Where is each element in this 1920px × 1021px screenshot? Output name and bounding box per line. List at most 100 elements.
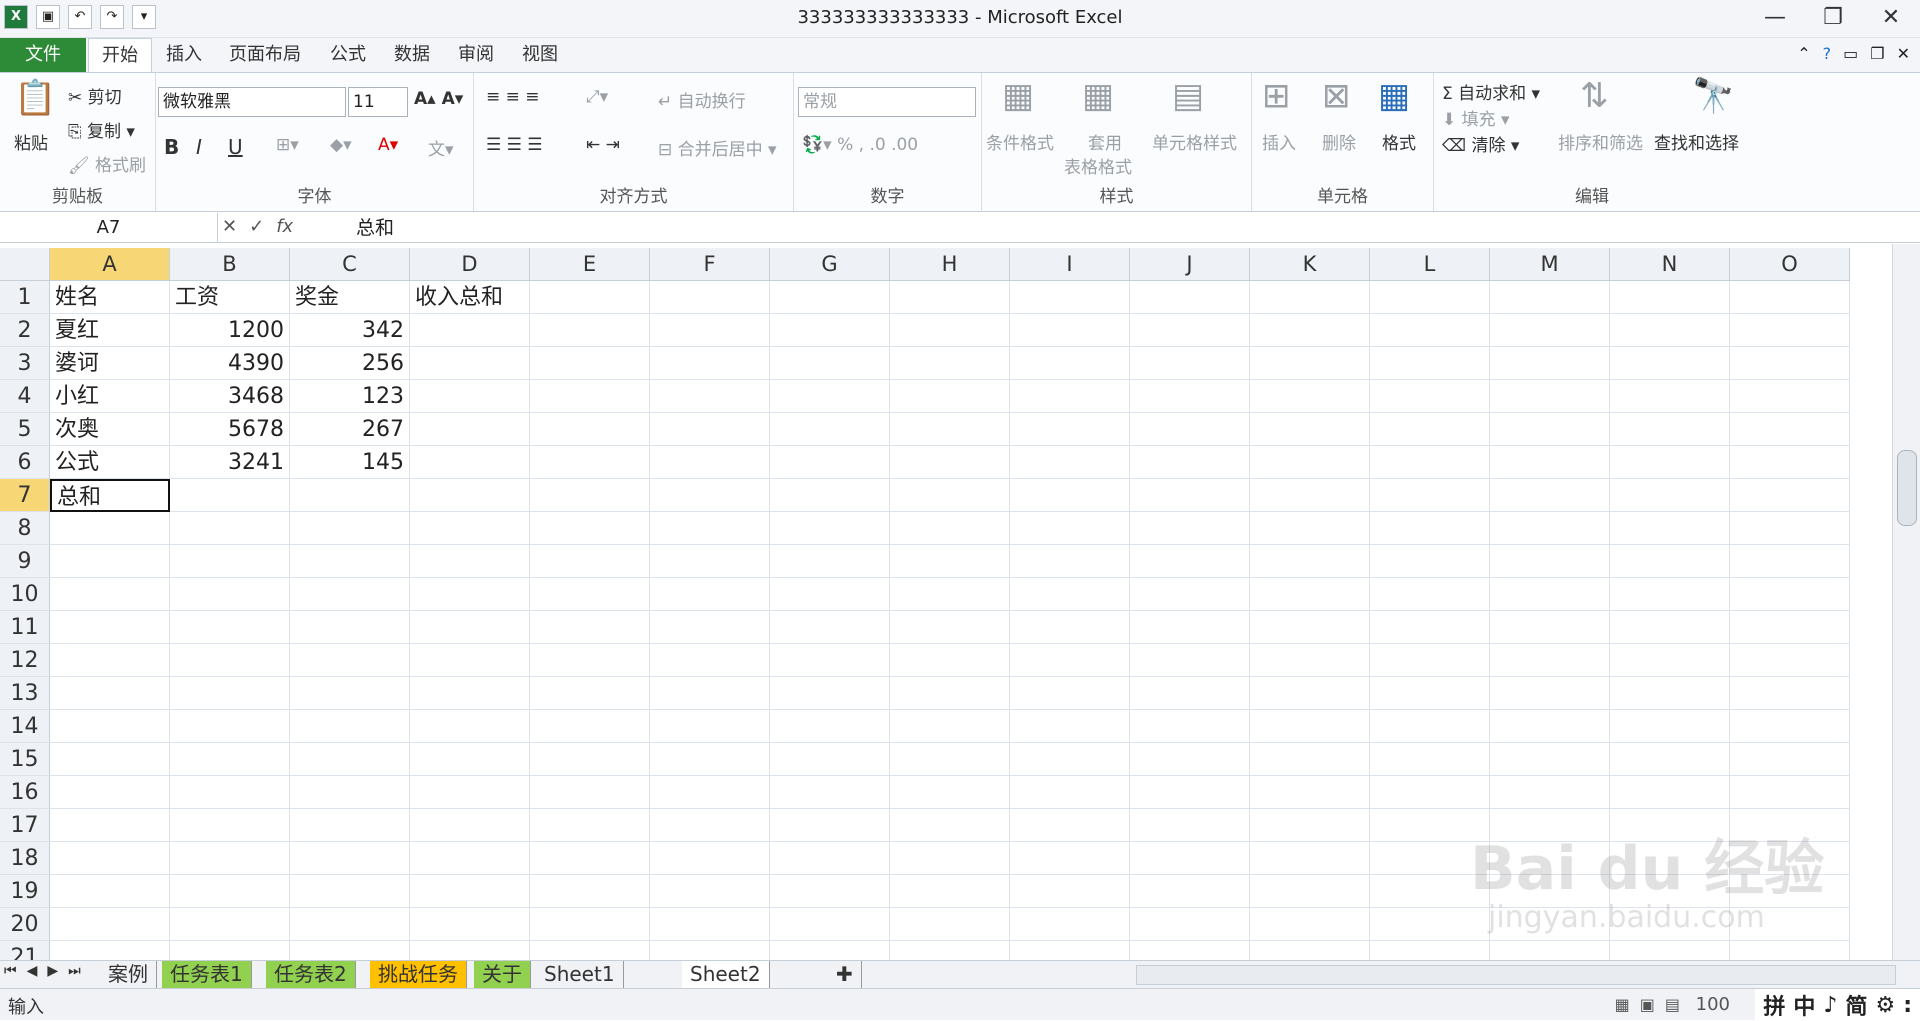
cell-i19[interactable] [1010,875,1130,908]
cell-a2[interactable]: 夏红 [50,314,170,347]
cell-k13[interactable] [1250,677,1370,710]
cell-c9[interactable] [290,545,410,578]
cell-h12[interactable] [890,644,1010,677]
cell-g10[interactable] [770,578,890,611]
format-cells-icon[interactable]: ▦ [1378,79,1410,113]
column-header-d[interactable]: D [410,248,530,281]
cell-h21[interactable] [890,941,1010,960]
cell-o3[interactable] [1730,347,1850,380]
cell-g7[interactable] [770,479,890,512]
column-header-c[interactable]: C [290,248,410,281]
cut-button[interactable]: ✂ 剪切 [68,83,122,108]
cell-b9[interactable] [170,545,290,578]
cell-i3[interactable] [1010,347,1130,380]
cell-g21[interactable] [770,941,890,960]
cell-o5[interactable] [1730,413,1850,446]
cell-c14[interactable] [290,710,410,743]
cell-o10[interactable] [1730,578,1850,611]
cell-a3[interactable]: 婆诃 [50,347,170,380]
cell-l14[interactable] [1370,710,1490,743]
column-header-e[interactable]: E [530,248,650,281]
cell-d13[interactable] [410,677,530,710]
cell-a21[interactable] [50,941,170,960]
cell-b21[interactable] [170,941,290,960]
conditional-format-icon[interactable]: ▦ [1002,79,1034,113]
cell-b8[interactable] [170,512,290,545]
tab-view[interactable]: 视图 [514,38,566,72]
cell-c15[interactable] [290,743,410,776]
cell-n21[interactable] [1610,941,1730,960]
cell-f18[interactable] [650,842,770,875]
ime-item-1[interactable]: 中 [1793,989,1815,1021]
cell-h4[interactable] [890,380,1010,413]
cell-e14[interactable] [530,710,650,743]
row-header-5[interactable]: 5 [0,413,50,446]
row-header-4[interactable]: 4 [0,380,50,413]
cell-b16[interactable] [170,776,290,809]
cell-i1[interactable] [1010,281,1130,314]
row-header-14[interactable]: 14 [0,710,50,743]
cell-h1[interactable] [890,281,1010,314]
cell-a13[interactable] [50,677,170,710]
cell-f19[interactable] [650,875,770,908]
row-header-20[interactable]: 20 [0,908,50,941]
cell-j2[interactable] [1130,314,1250,347]
cell-j1[interactable] [1130,281,1250,314]
cell-n13[interactable] [1610,677,1730,710]
cell-o15[interactable] [1730,743,1850,776]
row-header-19[interactable]: 19 [0,875,50,908]
cell-m12[interactable] [1490,644,1610,677]
normal-view-icon[interactable]: ▦ [1615,995,1630,1014]
cell-i20[interactable] [1010,908,1130,941]
cell-l1[interactable] [1370,281,1490,314]
cell-m1[interactable] [1490,281,1610,314]
align-top-icon[interactable]: ≡ ≡ ≡ [486,87,540,107]
cell-i18[interactable] [1010,842,1130,875]
cell-a8[interactable] [50,512,170,545]
minimize-ribbon-icon[interactable]: ⌃ [1797,44,1810,63]
row-header-9[interactable]: 9 [0,545,50,578]
cell-e6[interactable] [530,446,650,479]
cell-n10[interactable] [1610,578,1730,611]
cell-n14[interactable] [1610,710,1730,743]
cell-g2[interactable] [770,314,890,347]
cell-l7[interactable] [1370,479,1490,512]
cell-j13[interactable] [1130,677,1250,710]
row-header-10[interactable]: 10 [0,578,50,611]
cell-i10[interactable] [1010,578,1130,611]
cell-f4[interactable] [650,380,770,413]
cell-g11[interactable] [770,611,890,644]
cell-m5[interactable] [1490,413,1610,446]
cell-d18[interactable] [410,842,530,875]
fill-color-icon[interactable]: ◆▾ [330,135,352,155]
doc-close-icon[interactable]: ✕ [1897,44,1910,63]
cell-o6[interactable] [1730,446,1850,479]
cell-m8[interactable] [1490,512,1610,545]
cell-i13[interactable] [1010,677,1130,710]
cell-l10[interactable] [1370,578,1490,611]
cell-e20[interactable] [530,908,650,941]
sheet-tab-5[interactable]: Sheet1 [536,961,624,989]
cell-j21[interactable] [1130,941,1250,960]
cell-g18[interactable] [770,842,890,875]
cell-m9[interactable] [1490,545,1610,578]
cell-l13[interactable] [1370,677,1490,710]
cell-l4[interactable] [1370,380,1490,413]
cell-i9[interactable] [1010,545,1130,578]
cell-e3[interactable] [530,347,650,380]
cell-i8[interactable] [1010,512,1130,545]
tab-insert[interactable]: 插入 [158,38,210,72]
border-icon[interactable]: ⊞▾ [276,135,299,155]
cell-f8[interactable] [650,512,770,545]
ime-item-2[interactable]: ♪ [1823,993,1837,1018]
cell-f15[interactable] [650,743,770,776]
cell-c5[interactable]: 267 [290,413,410,446]
cell-b18[interactable] [170,842,290,875]
cell-f6[interactable] [650,446,770,479]
cell-c8[interactable] [290,512,410,545]
doc-minimize-icon[interactable]: ▭ [1843,44,1858,63]
cell-o2[interactable] [1730,314,1850,347]
cell-h11[interactable] [890,611,1010,644]
cell-d7[interactable] [410,479,530,512]
tab-data[interactable]: 数据 [386,38,438,72]
